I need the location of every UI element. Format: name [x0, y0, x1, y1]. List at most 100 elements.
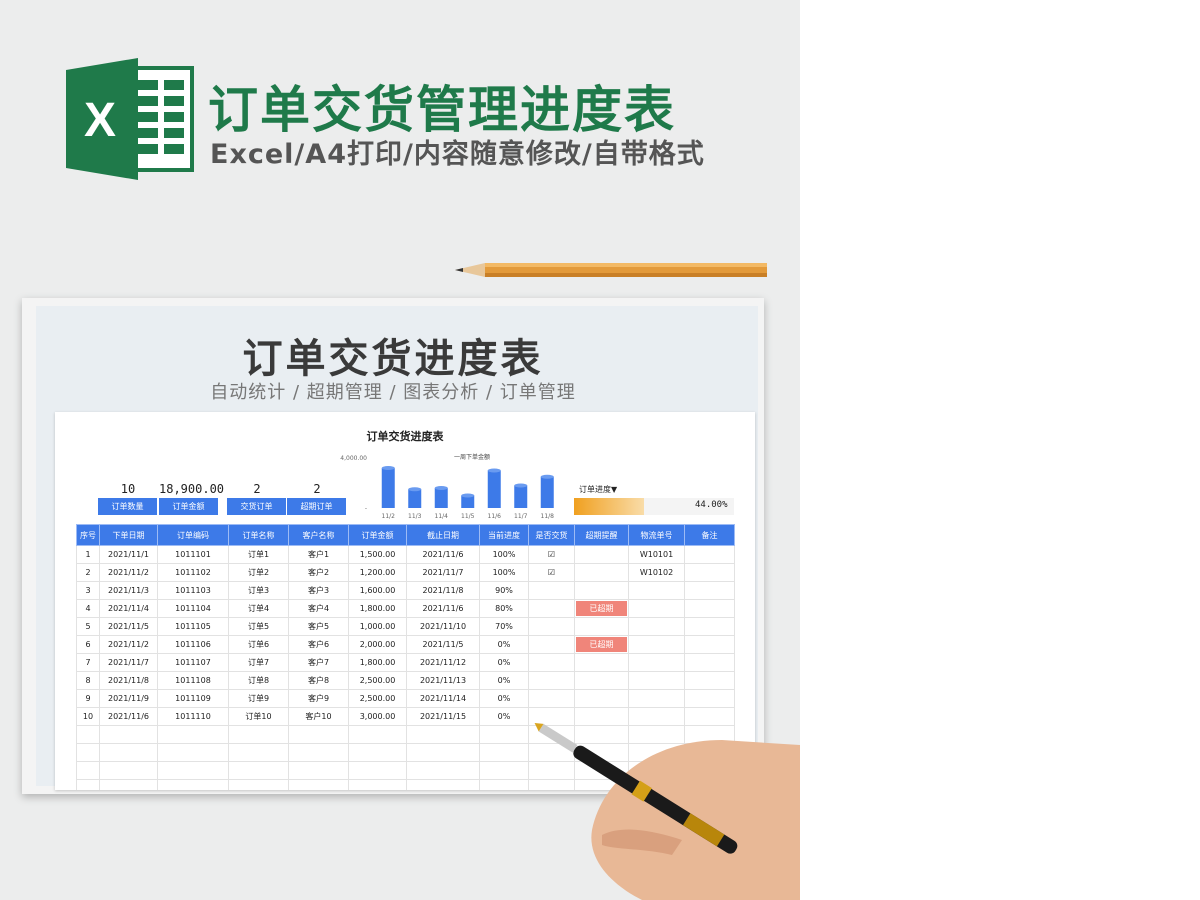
empty-cell[interactable] — [348, 779, 407, 790]
table-cell[interactable]: 1 — [76, 545, 100, 564]
table-cell[interactable]: 客户7 — [288, 653, 349, 672]
table-row[interactable]: 6 2021/11/2 1011106 订单6 客户6 2,000.00 2021/11/5… — [76, 635, 735, 654]
table-cell[interactable] — [574, 671, 629, 690]
table-cell[interactable] — [684, 599, 735, 618]
empty-cell[interactable] — [228, 743, 289, 762]
table-cell[interactable]: W10101 — [628, 545, 685, 564]
table-cell[interactable] — [528, 599, 575, 618]
table-cell[interactable] — [574, 563, 629, 582]
table-cell[interactable]: 7 — [76, 653, 100, 672]
table-cell[interactable]: 5 — [76, 617, 100, 636]
table-cell[interactable]: 订单10 — [228, 707, 289, 726]
table-cell[interactable]: 2021/11/3 — [99, 581, 158, 600]
table-cell[interactable] — [684, 581, 735, 600]
table-cell[interactable]: 1011101 — [157, 545, 229, 564]
table-cell[interactable]: 1011108 — [157, 671, 229, 690]
empty-cell[interactable] — [406, 725, 480, 744]
table-cell[interactable]: 订单7 — [228, 653, 289, 672]
empty-cell[interactable] — [228, 725, 289, 744]
table-cell[interactable]: 2021/11/4 — [99, 599, 158, 618]
table-cell[interactable]: 订单4 — [228, 599, 289, 618]
empty-cell[interactable] — [99, 779, 158, 790]
table-cell[interactable] — [628, 689, 685, 708]
table-cell[interactable]: 8 — [76, 671, 100, 690]
table-cell[interactable]: 3 — [76, 581, 100, 600]
table-cell[interactable]: 2021/11/6 — [406, 599, 480, 618]
table-cell[interactable]: 2021/11/1 — [99, 545, 158, 564]
empty-cell[interactable] — [288, 761, 349, 780]
table-cell[interactable]: 10 — [76, 707, 100, 726]
table-cell[interactable]: 2021/11/7 — [99, 653, 158, 672]
empty-cell[interactable] — [76, 779, 100, 790]
table-cell[interactable]: 1,500.00 — [348, 545, 407, 564]
table-cell[interactable] — [574, 653, 629, 672]
table-cell[interactable] — [574, 617, 629, 636]
table-cell[interactable]: 已超期 — [574, 599, 629, 618]
table-cell[interactable]: 客户8 — [288, 671, 349, 690]
table-cell[interactable] — [628, 581, 685, 600]
column-header[interactable]: 序号 — [76, 524, 100, 546]
table-cell[interactable]: 2021/11/2 — [99, 563, 158, 582]
table-cell[interactable]: ☑ — [528, 563, 575, 582]
table-cell[interactable]: 1011110 — [157, 707, 229, 726]
column-header[interactable]: 备注 — [684, 524, 735, 546]
table-cell[interactable]: 1011104 — [157, 599, 229, 618]
table-cell[interactable]: 0% — [479, 707, 529, 726]
table-cell[interactable] — [528, 671, 575, 690]
table-cell[interactable]: 1011106 — [157, 635, 229, 654]
table-cell[interactable]: 100% — [479, 563, 529, 582]
empty-cell[interactable] — [479, 761, 529, 780]
table-row[interactable]: 9 2021/11/9 1011109 订单9 客户9 2,500.00 2021/11/1… — [76, 689, 735, 708]
empty-cell[interactable] — [348, 743, 407, 762]
table-cell[interactable]: 订单5 — [228, 617, 289, 636]
empty-cell[interactable] — [288, 725, 349, 744]
table-cell[interactable]: 已超期 — [574, 635, 629, 654]
table-cell[interactable] — [684, 563, 735, 582]
table-cell[interactable]: 1,600.00 — [348, 581, 407, 600]
table-cell[interactable]: ☑ — [528, 545, 575, 564]
table-cell[interactable] — [628, 635, 685, 654]
column-header[interactable]: 物流单号 — [628, 524, 685, 546]
table-cell[interactable]: 70% — [479, 617, 529, 636]
table-cell[interactable]: 2,500.00 — [348, 689, 407, 708]
table-cell[interactable] — [528, 581, 575, 600]
table-cell[interactable]: 2021/11/10 — [406, 617, 480, 636]
table-cell[interactable] — [684, 689, 735, 708]
table-cell[interactable]: 客户4 — [288, 599, 349, 618]
table-cell[interactable] — [684, 653, 735, 672]
empty-cell[interactable] — [157, 761, 229, 780]
table-cell[interactable]: 1011102 — [157, 563, 229, 582]
table-cell[interactable]: 2 — [76, 563, 100, 582]
table-cell[interactable]: 0% — [479, 689, 529, 708]
table-cell[interactable] — [684, 635, 735, 654]
column-header[interactable]: 超期提醒 — [574, 524, 629, 546]
table-cell[interactable]: 0% — [479, 653, 529, 672]
table-cell[interactable]: W10102 — [628, 563, 685, 582]
table-cell[interactable]: 1011103 — [157, 581, 229, 600]
table-cell[interactable]: 订单2 — [228, 563, 289, 582]
table-cell[interactable]: 2021/11/14 — [406, 689, 480, 708]
table-row[interactable]: 2 2021/11/2 1011102 订单2 客户2 1,200.00 2021/11/7… — [76, 563, 735, 582]
table-cell[interactable] — [574, 689, 629, 708]
empty-cell[interactable] — [406, 743, 480, 762]
table-cell[interactable] — [628, 671, 685, 690]
table-cell[interactable] — [684, 545, 735, 564]
empty-cell[interactable] — [99, 743, 158, 762]
table-cell[interactable]: 2021/11/6 — [99, 707, 158, 726]
table-cell[interactable]: 订单3 — [228, 581, 289, 600]
empty-cell[interactable] — [406, 761, 480, 780]
table-cell[interactable]: 1011107 — [157, 653, 229, 672]
table-row[interactable]: 8 2021/11/8 1011108 订单8 客户8 2,500.00 2021/11/1… — [76, 671, 735, 690]
empty-cell[interactable] — [228, 779, 289, 790]
table-cell[interactable]: 2021/11/2 — [99, 635, 158, 654]
table-row[interactable]: 7 2021/11/7 1011107 订单7 客户7 1,800.00 2021/11/1… — [76, 653, 735, 672]
table-cell[interactable] — [528, 635, 575, 654]
table-cell[interactable]: 1011109 — [157, 689, 229, 708]
table-cell[interactable]: 1,200.00 — [348, 563, 407, 582]
empty-cell[interactable] — [99, 761, 158, 780]
table-cell[interactable]: 6 — [76, 635, 100, 654]
empty-cell[interactable] — [288, 743, 349, 762]
empty-cell[interactable] — [76, 743, 100, 762]
table-cell[interactable]: 2021/11/8 — [406, 581, 480, 600]
table-cell[interactable]: 2021/11/13 — [406, 671, 480, 690]
